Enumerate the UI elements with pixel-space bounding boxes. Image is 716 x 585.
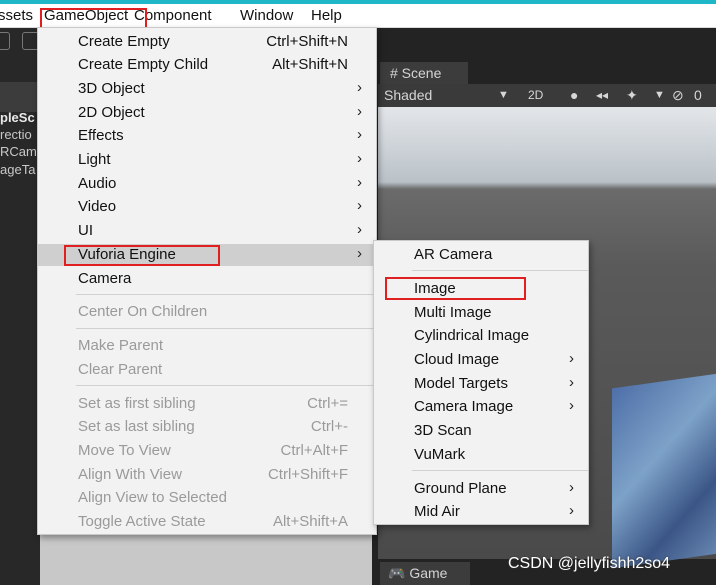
submenu-item-model-targets[interactable]: Model Targets ›	[374, 373, 588, 395]
scene-toolbar: Shaded ▼ 2D ● ◂◂ ✦ ▼ ⊘ 0	[378, 84, 716, 107]
chevron-right-icon: ›	[357, 79, 362, 96]
submenu-item-3d-scan[interactable]: 3D Scan	[374, 420, 588, 442]
toggle-2d-button[interactable]: 2D	[528, 88, 543, 102]
menu-separator	[412, 470, 588, 471]
chevron-right-icon: ›	[569, 502, 574, 519]
effects-toggle-icon[interactable]: ✦	[626, 87, 638, 104]
menu-item-audio[interactable]: Audio ›	[38, 173, 376, 195]
chevron-right-icon: ›	[357, 150, 362, 167]
chevron-right-icon: ›	[569, 374, 574, 391]
chevron-down-icon: ▼	[498, 89, 509, 101]
menu-item-align-with-view: Align With View Ctrl+Shift+F	[78, 466, 348, 483]
gamepad-icon: 🎮	[388, 565, 406, 581]
hidden-objects-icon[interactable]: ⊘	[672, 87, 684, 104]
shading-mode-dropdown[interactable]: Shaded	[384, 87, 432, 103]
menu-item-create-empty-child[interactable]: Create Empty Child Alt+Shift+N	[38, 54, 376, 76]
hierarchy-row[interactable]: ageTa	[0, 162, 35, 177]
submenu-item-cylindrical-image[interactable]: Cylindrical Image	[374, 325, 588, 347]
menu-item-set-last-sibling: Set as last sibling Ctrl+-	[78, 418, 348, 435]
chevron-right-icon: ›	[357, 221, 362, 238]
submenu-item-ground-plane[interactable]: Ground Plane ›	[374, 478, 588, 500]
chevron-right-icon: ›	[569, 350, 574, 367]
audio-toggle-icon[interactable]: ◂◂	[596, 88, 608, 102]
chevron-right-icon: ›	[357, 197, 362, 214]
watermark: CSDN @jellyfishh2so4	[508, 555, 671, 572]
menu-item-clear-parent: Clear Parent	[78, 361, 163, 378]
menu-help[interactable]: Help	[311, 7, 342, 24]
submenu-item-camera-image[interactable]: Camera Image ›	[374, 396, 588, 418]
hierarchy-scene-root[interactable]: pleSc	[0, 110, 35, 125]
menu-item-align-view-to-selected: Align View to Selected	[78, 489, 227, 506]
hierarchy-panel: pleSc rectio RCame ageTa	[0, 28, 44, 585]
submenu-item-ar-camera[interactable]: AR Camera	[374, 244, 588, 266]
chevron-right-icon: ›	[569, 397, 574, 414]
tab-scene[interactable]: # Scene	[380, 62, 468, 84]
menu-item-ui[interactable]: UI ›	[38, 220, 376, 242]
submenu-item-vumark[interactable]: VuMark	[374, 444, 588, 466]
menu-item-video[interactable]: Video ›	[38, 196, 376, 218]
tab-game-label: Game	[409, 565, 448, 581]
hidden-count: 0	[694, 87, 702, 103]
menu-item-3d-object[interactable]: 3D Object ›	[38, 78, 376, 100]
chevron-right-icon: ›	[357, 103, 362, 120]
menu-separator	[76, 328, 376, 329]
menu-assets[interactable]: ssets	[0, 7, 33, 24]
menu-separator	[76, 294, 376, 295]
menu-item-move-to-view: Move To View Ctrl+Alt+F	[78, 442, 348, 459]
menu-item-2d-object[interactable]: 2D Object ›	[38, 102, 376, 124]
menu-item-center-on-children: Center On Children	[78, 303, 208, 320]
chevron-right-icon: ›	[357, 174, 362, 191]
image-highlight-box	[385, 277, 526, 300]
menu-item-set-first-sibling: Set as first sibling Ctrl+=	[78, 395, 348, 412]
submenu-item-cloud-image[interactable]: Cloud Image ›	[374, 349, 588, 371]
vuforia-highlight-box	[64, 245, 220, 266]
chevron-right-icon: ›	[357, 245, 362, 262]
menu-item-effects[interactable]: Effects ›	[38, 125, 376, 147]
menu-item-toggle-active-state: Toggle Active State Alt+Shift+A	[78, 513, 348, 530]
submenu-item-mid-air[interactable]: Mid Air ›	[374, 501, 588, 523]
hierarchy-search-bar[interactable]	[0, 82, 40, 112]
menu-item-camera[interactable]: Camera	[38, 268, 376, 290]
menu-item-make-parent: Make Parent	[78, 337, 164, 354]
gameobject-menu: Create Empty Ctrl+Shift+N Create Empty C…	[37, 27, 377, 535]
hierarchy-row[interactable]: rectio	[0, 127, 32, 142]
menu-item-light[interactable]: Light ›	[38, 149, 376, 171]
submenu-item-multi-image[interactable]: Multi Image	[374, 302, 588, 324]
chevron-down-icon: ▼	[654, 89, 665, 101]
image-target-preview	[612, 371, 716, 569]
menu-item-create-empty[interactable]: Create Empty Ctrl+Shift+N	[38, 31, 376, 53]
menu-separator	[412, 270, 588, 271]
chevron-right-icon: ›	[357, 126, 362, 143]
menu-separator	[76, 385, 376, 386]
lighting-toggle-icon[interactable]: ●	[570, 87, 578, 103]
tab-game[interactable]: 🎮 Game	[380, 562, 470, 585]
menu-window[interactable]: Window	[240, 7, 293, 24]
chevron-right-icon: ›	[569, 479, 574, 496]
pan-tool-icon[interactable]	[0, 32, 10, 50]
